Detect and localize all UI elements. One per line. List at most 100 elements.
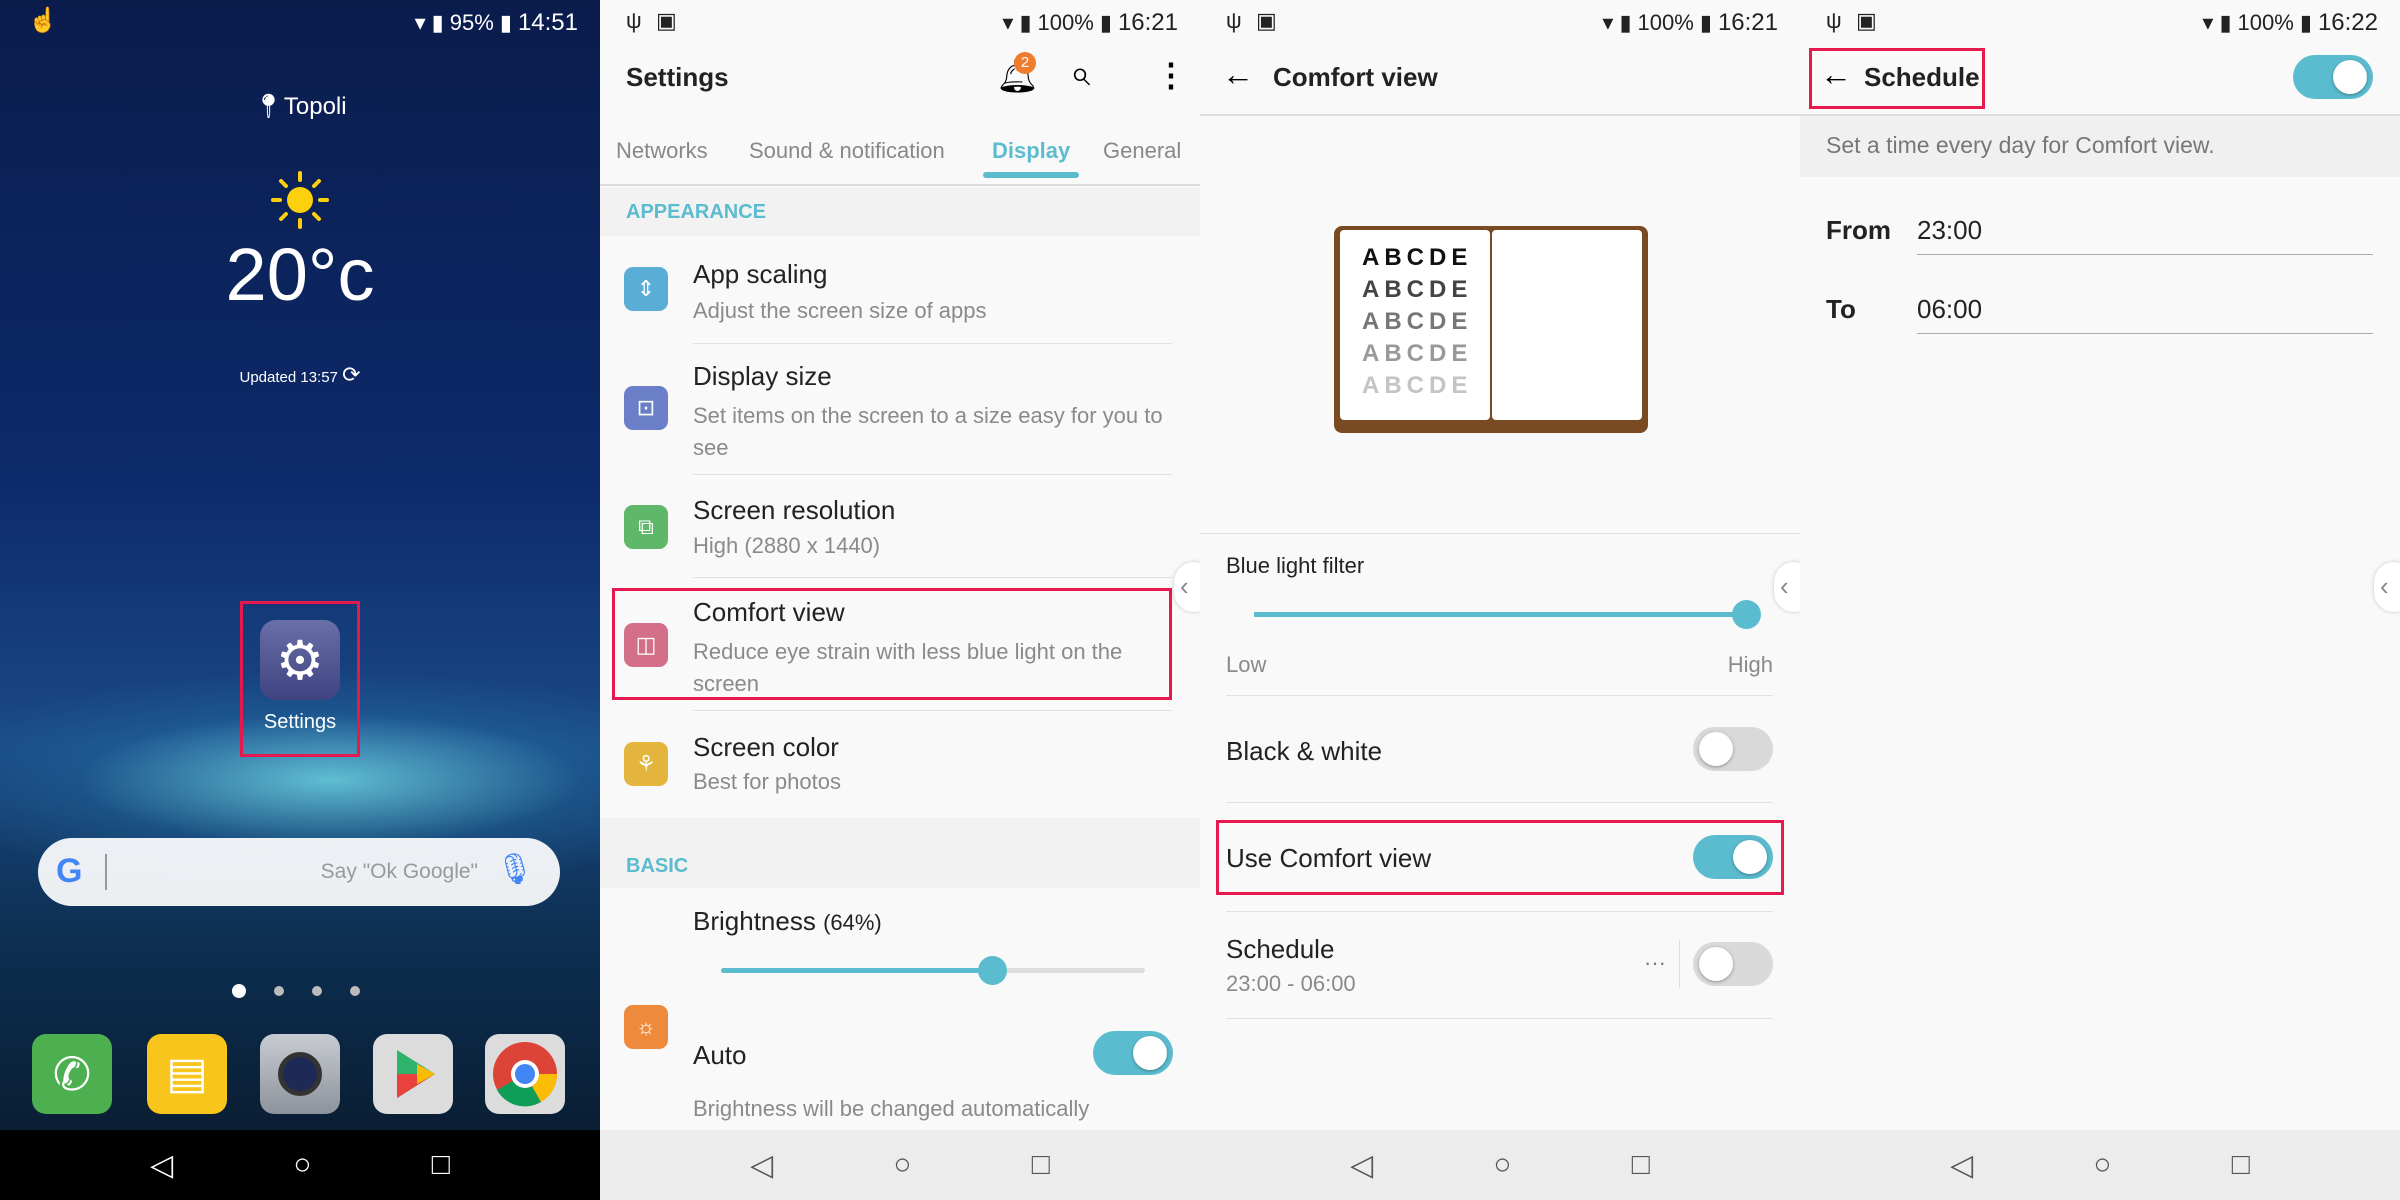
page-title: Settings (626, 62, 729, 92)
messaging-icon[interactable]: ▤ (147, 1034, 227, 1114)
blue-light-slider[interactable] (1254, 600, 1761, 629)
item-title: Screen resolution (693, 495, 896, 525)
status-bar: ψ ▣ ▾ ▮ 100% ▮ 16:21 (600, 0, 1200, 43)
battery-level: 100% (2237, 10, 2294, 35)
from-time-field[interactable]: 23:00 (1917, 215, 2373, 255)
nfc-icon: ☝ (28, 7, 58, 34)
home-nav-icon[interactable]: ○ (293, 1148, 311, 1182)
page-indicator[interactable] (232, 984, 360, 998)
tab-general[interactable]: General (1103, 138, 1181, 164)
weather-updated: Updated 13:57 ⟳ (0, 362, 600, 388)
chrome-icon[interactable] (485, 1034, 565, 1114)
black-white-toggle[interactable] (1693, 727, 1773, 771)
item-subtitle: Best for photos (693, 769, 841, 794)
usb-icon: ψ (1226, 8, 1242, 33)
back-nav-icon[interactable]: ◁ (750, 1148, 773, 1183)
clock: 16:21 (1717, 9, 1778, 36)
sun-icon (270, 170, 330, 230)
tab-sound-notification[interactable]: Sound & notification (749, 138, 945, 164)
comfort-view-screen: ψ ▣ ▾ ▮ 100% ▮ 16:21 ← Comfort view ABCDE ABCD… (1200, 0, 1800, 1200)
notification-badge: 2 (1014, 52, 1036, 74)
refresh-icon[interactable]: ⟳ (342, 362, 360, 387)
wifi-icon: ▾ (414, 10, 426, 35)
schedule-toggle[interactable] (1693, 942, 1773, 986)
back-nav-icon[interactable]: ◁ (150, 1148, 173, 1183)
to-time-field[interactable]: 06:00 (1917, 294, 2373, 334)
item-title: Screen color (693, 732, 839, 762)
home-nav-icon[interactable]: ○ (893, 1148, 911, 1182)
edge-panel-handle[interactable]: ‹ (1774, 562, 1800, 612)
highlight-box (1216, 820, 1784, 895)
recents-nav-icon[interactable]: □ (1632, 1148, 1650, 1182)
wifi-icon: ▾ (1602, 10, 1614, 35)
back-nav-icon[interactable]: ◁ (1350, 1148, 1373, 1183)
settings-app-icon[interactable]: ⚙ (260, 620, 340, 700)
updated-time: Updated 13:57 (239, 369, 338, 386)
search-icon[interactable]: ⌕ (1070, 52, 1090, 95)
item-subtitle: Adjust the screen size of apps (693, 298, 987, 323)
edge-panel-handle[interactable]: ‹ (1174, 562, 1200, 612)
status-bar: ☝ ▾ ▮ 95% ▮ 14:51 (0, 0, 600, 43)
illustration-letter-row: ABCDE (1362, 340, 1473, 367)
auto-brightness-toggle[interactable] (1093, 1031, 1173, 1075)
battery-level: 95% (449, 10, 494, 35)
recents-nav-icon[interactable]: □ (2232, 1148, 2250, 1182)
recents-nav-icon[interactable]: □ (432, 1148, 450, 1182)
signal-icon: ▮ (431, 10, 444, 35)
back-arrow-icon[interactable]: ← (1222, 56, 1254, 93)
black-white-label: Black & white (1226, 736, 1383, 766)
tab-bar: Networks Sound & notification Display Ge… (600, 130, 1200, 186)
tab-networks[interactable]: Networks (616, 138, 708, 164)
phone-icon[interactable]: ✆ (32, 1034, 112, 1114)
battery-charging-icon: ▮ (1699, 10, 1712, 35)
microphone-icon[interactable]: 🎙︎ (496, 852, 534, 887)
clock: 16:21 (1117, 9, 1178, 36)
item-subtitle: Set items on the screen to a size easy f… (693, 403, 1163, 460)
signal-icon: ▮ (2219, 10, 2232, 35)
screen-resolution-icon: ⧉ (624, 505, 668, 549)
battery-level: 100% (1637, 10, 1694, 35)
edge-panel-handle[interactable]: ‹ (2374, 562, 2400, 612)
play-store-icon[interactable] (373, 1034, 453, 1114)
location-name: Topoli (283, 93, 347, 120)
slider-thumb[interactable] (1732, 600, 1761, 629)
recents-nav-icon[interactable]: □ (1032, 1148, 1050, 1182)
wifi-icon: ▾ (2202, 10, 2214, 35)
illustration-letter-row: ABCDE (1362, 308, 1473, 335)
settings-app-label[interactable]: Settings (240, 711, 360, 734)
item-title: App scaling (693, 259, 828, 289)
brightness-label: Brightness (64%) (693, 906, 882, 936)
active-tab-indicator (983, 172, 1079, 178)
brightness-slider[interactable] (721, 956, 1145, 985)
schedule-screen: ψ ▣ ▾ ▮ 100% ▮ 16:22 ← Schedule Set a time ev… (1800, 0, 2400, 1200)
home-nav-icon[interactable]: ○ (2093, 1148, 2111, 1182)
signal-icon: ▮ (1019, 10, 1032, 35)
google-logo-icon: G (56, 852, 83, 890)
item-subtitle: High (2880 x 1440) (693, 533, 881, 558)
slider-thumb[interactable] (978, 956, 1008, 985)
app-scaling-icon: ⇕ (624, 267, 668, 311)
temperature: 20°c (225, 233, 375, 316)
usb-icon: ψ (626, 8, 642, 33)
schedule-master-toggle[interactable] (2293, 55, 2373, 99)
weather-location[interactable]: 📍︎Topoli (0, 92, 600, 121)
schedule-value: 23:00 - 06:00 (1226, 971, 1356, 996)
wifi-icon: ▾ (1002, 10, 1014, 35)
notification-bell-icon[interactable]: 🔔︎ 2 (996, 52, 1039, 96)
google-search-bar[interactable]: G Say "Ok Google" 🎙︎ (38, 838, 560, 906)
back-nav-icon[interactable]: ◁ (1950, 1148, 1973, 1183)
to-label: To (1826, 294, 1856, 324)
navigation-bar: ◁ ○ □ (0, 1130, 600, 1200)
from-label: From (1826, 215, 1891, 245)
more-options-icon[interactable]: ⋮ (1155, 56, 1187, 94)
tab-display[interactable]: Display (992, 138, 1070, 164)
highlight-box (612, 588, 1172, 700)
auto-description: Brightness will be changed automatically (693, 1096, 1090, 1121)
schedule-description: Set a time every day for Comfort view. (1826, 132, 2215, 158)
item-title: Display size (693, 361, 832, 391)
camera-icon[interactable] (260, 1034, 340, 1114)
clock: 14:51 (517, 9, 578, 36)
status-bar: ψ ▣ ▾ ▮ 100% ▮ 16:21 (1200, 0, 1800, 43)
more-icon[interactable]: ··· (1644, 950, 1666, 976)
home-nav-icon[interactable]: ○ (1493, 1148, 1511, 1182)
